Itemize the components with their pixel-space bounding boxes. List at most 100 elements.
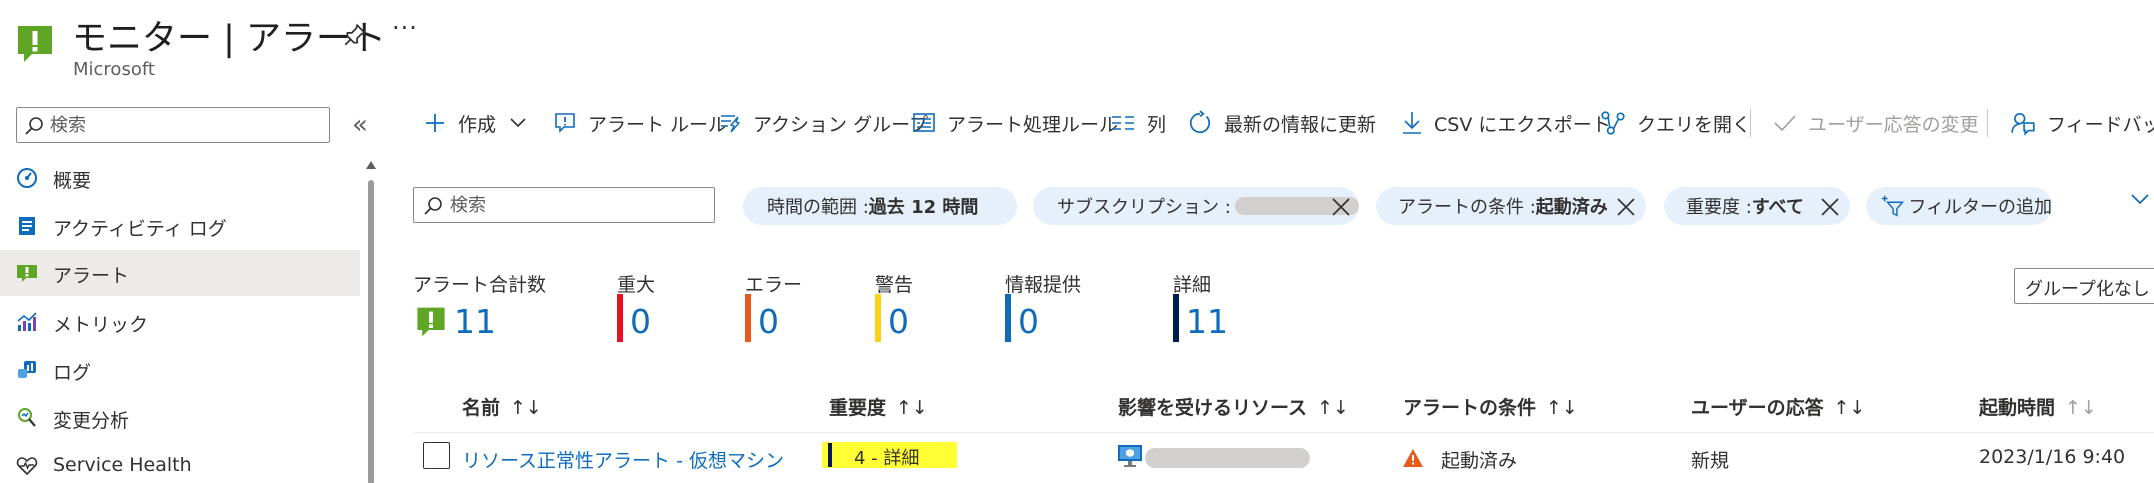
sort-icon: ↑↓: [1317, 397, 1349, 419]
chevron-down-icon: [510, 118, 526, 128]
scrollbar-thumb[interactable]: [368, 180, 374, 483]
alert-icon: [17, 265, 37, 282]
user-response-value: 新規: [1691, 450, 1730, 472]
sidebar-item-change-analysis[interactable]: 変更分析: [0, 395, 360, 441]
sidebar-item-metrics[interactable]: メトリック: [0, 299, 360, 345]
gauge-icon: [17, 168, 37, 188]
alert-rules-button[interactable]: アラート ルール: [553, 107, 727, 139]
verbose-count[interactable]: 11: [1186, 302, 1228, 341]
refresh-icon: [1189, 110, 1211, 134]
query-icon: [1601, 111, 1625, 135]
column-header-affected-resource[interactable]: 影響を受けるリソース ↑↓: [1118, 393, 1349, 420]
collapse-sidebar-button[interactable]: «: [352, 110, 368, 140]
error-count[interactable]: 0: [758, 302, 779, 341]
processing-rules-button[interactable]: アラート処理ルール: [912, 107, 1118, 139]
total-alerts-count[interactable]: 11: [454, 302, 496, 341]
warning-label: 警告: [875, 274, 914, 296]
search-icon: [25, 117, 43, 135]
sidebar-item-alerts[interactable]: アラート: [0, 250, 360, 296]
column-header-label: アラートの条件: [1403, 397, 1537, 419]
sidebar-search[interactable]: [16, 107, 330, 143]
pin-icon[interactable]: [342, 22, 368, 48]
sort-icon: ↑↓: [896, 397, 928, 419]
column-header-label: 影響を受けるリソース: [1118, 397, 1308, 419]
column-header-name[interactable]: 名前 ↑↓: [462, 393, 542, 420]
critical-label: 重大: [617, 274, 656, 296]
column-header-severity[interactable]: 重要度 ↑↓: [829, 393, 928, 420]
critical-severity-bar: [617, 294, 623, 342]
create-label: 作成: [458, 113, 497, 136]
warning-icon: [1403, 449, 1423, 467]
column-header-label: 重要度: [829, 397, 887, 419]
refresh-button[interactable]: 最新の情報に更新: [1187, 107, 1376, 139]
columns-label: 列: [1147, 113, 1167, 136]
warning-count[interactable]: 0: [888, 302, 909, 341]
error-severity-bar: [745, 294, 751, 342]
error-label: エラー: [745, 274, 803, 296]
heart-icon: [16, 457, 38, 476]
open-query-label: クエリを開く: [1637, 113, 1752, 136]
toolbar-divider: [1987, 109, 1988, 137]
column-header-fired-time[interactable]: 起動時間 ↑↓: [1979, 393, 2097, 420]
page-title: モニター | アラート: [72, 19, 387, 59]
informational-severity-bar: [1005, 294, 1011, 342]
alerts-search[interactable]: [413, 187, 715, 223]
change-response-button[interactable]: ユーザー応答の変更: [1773, 107, 1979, 139]
sidebar-scrollbar[interactable]: [366, 158, 376, 483]
alert-rules-label: アラート ルール: [588, 113, 728, 136]
column-header-label: ユーザーの応答: [1691, 397, 1824, 419]
sort-icon: ↑↓: [1833, 397, 1866, 419]
sidebar-item-label: 変更分析: [53, 410, 130, 432]
severity-indicator: [828, 443, 832, 467]
alert-condition-filter[interactable]: アラートの条件 : 起動済み: [1376, 187, 1646, 225]
close-icon[interactable]: [1616, 197, 1636, 217]
action-groups-label: アクション グループ: [753, 113, 928, 136]
alerts-search-input[interactable]: [450, 188, 710, 222]
sidebar-item-service-health[interactable]: Service Health: [0, 443, 360, 483]
sidebar-item-overview[interactable]: 概要: [0, 155, 360, 201]
alert-name-link[interactable]: リソース正常性アラート - 仮想マシン: [462, 446, 784, 473]
feedback-icon: [2011, 112, 2035, 136]
export-csv-label: CSV にエクスポート: [1434, 113, 1611, 136]
informational-count[interactable]: 0: [1018, 302, 1039, 341]
open-query-button[interactable]: クエリを開く: [1600, 107, 1751, 139]
redacted-resource-name[interactable]: [1145, 448, 1310, 468]
informational-label: 情報提供: [1005, 274, 1082, 296]
severity-label: 重要度 :: [1686, 197, 1752, 218]
activity-log-icon: [19, 217, 35, 235]
group-by-select[interactable]: グループ化なし: [2014, 268, 2154, 304]
column-header-alert-condition[interactable]: アラートの条件 ↑↓: [1403, 393, 1578, 420]
verbose-severity-bar: [1173, 294, 1179, 342]
subscription-label: サブスクリプション :: [1057, 197, 1231, 218]
close-icon[interactable]: [1331, 197, 1351, 217]
feedback-button[interactable]: フィードバック: [2010, 107, 2154, 139]
logs-icon: [18, 361, 36, 378]
column-header-label: 名前: [462, 397, 501, 419]
sidebar-item-logs[interactable]: ログ: [0, 347, 360, 393]
action-groups-button[interactable]: アクション グループ: [718, 107, 928, 139]
subscription-filter[interactable]: サブスクリプション :: [1033, 187, 1359, 225]
columns-button[interactable]: 列: [1110, 107, 1166, 139]
warning-severity-bar: [875, 294, 881, 342]
sidebar-search-input[interactable]: [50, 108, 320, 142]
severity-filter[interactable]: 重要度 : すべて: [1664, 187, 1850, 225]
sort-icon: ↑↓: [1546, 397, 1578, 419]
processing-rules-label: アラート処理ルール: [947, 113, 1119, 136]
scroll-up-icon[interactable]: [366, 161, 376, 169]
create-button[interactable]: 作成: [423, 107, 526, 139]
column-header-user-response[interactable]: ユーザーの応答 ↑↓: [1691, 393, 1865, 420]
time-range-filter[interactable]: 時間の範囲 : 過去 12 時間: [743, 187, 1017, 225]
alert-app-icon: [16, 24, 54, 64]
close-icon[interactable]: [1820, 197, 1840, 217]
verbose-label: 詳細: [1173, 274, 1212, 296]
critical-count[interactable]: 0: [630, 302, 651, 341]
add-filter-button[interactable]: フィルターの追加: [1866, 187, 2052, 225]
row-checkbox[interactable]: [423, 442, 450, 469]
alert-rule-icon: [555, 113, 575, 133]
fired-time-value: 2023/1/16 9:40: [1979, 446, 2126, 468]
export-csv-button[interactable]: CSV にエクスポート: [1401, 107, 1611, 139]
chevron-down-icon[interactable]: [2130, 193, 2150, 207]
severity-cell: 4 - 詳細: [822, 442, 957, 469]
sidebar-item-activity-log[interactable]: アクティビティ ログ: [0, 203, 360, 249]
more-options-button[interactable]: ···: [392, 14, 418, 42]
